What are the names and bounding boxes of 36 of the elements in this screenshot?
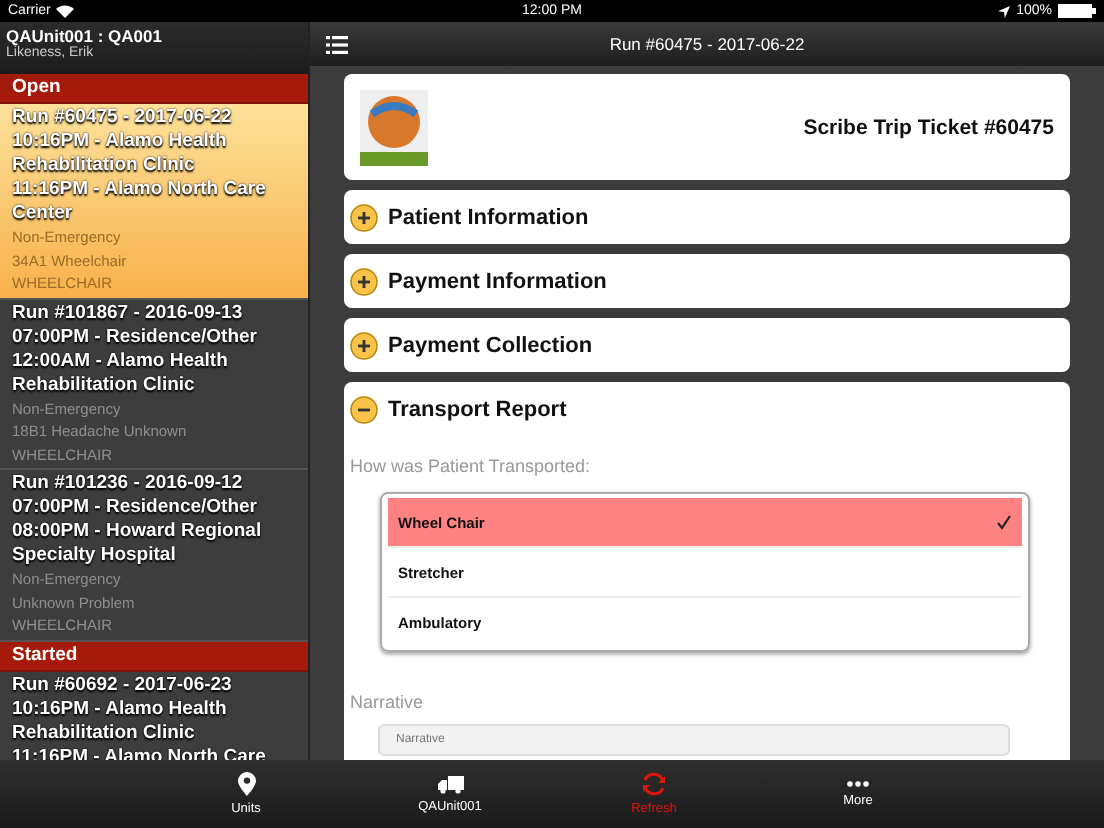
section-header[interactable]: Transport Report <box>344 382 1070 436</box>
pickup-text: 07:00PM - Residence/Other <box>12 325 259 349</box>
expand-icon <box>350 331 378 359</box>
map-pin-icon <box>237 772 255 796</box>
pickup-text: 07:00PM - Residence/Other <box>12 496 259 520</box>
refresh-icon <box>642 772 666 796</box>
run-title: Run #60692 - 2017-06-23 <box>12 673 234 697</box>
run-title: Run #101867 - 2016-09-13 <box>12 301 245 325</box>
battery-icon <box>1058 4 1096 18</box>
location-icon <box>998 5 1011 17</box>
group-header: Open <box>0 74 308 104</box>
narrative-label: Narrative <box>350 692 426 712</box>
section-header[interactable]: Payment Information <box>344 254 1070 308</box>
menu-icon[interactable] <box>326 35 348 53</box>
wifi-icon <box>56 4 75 18</box>
run-title: Run #60475 - 2017-06-22 <box>12 106 234 130</box>
question-label: How was Patient Transported: <box>350 456 593 476</box>
unit-name: QAUnit001 : QA001 <box>6 26 164 46</box>
ems-logo-icon <box>360 89 428 165</box>
section-header[interactable]: Patient Information <box>344 190 1070 244</box>
dropoff-text: 11:16PM - Alamo North Care Center <box>12 178 268 226</box>
run-title: Run #101236 - 2016-09-12 <box>12 472 245 496</box>
truck-icon <box>437 774 463 794</box>
pickup-text: 10:16PM - Alamo Health Rehabilitation Clinic <box>12 130 229 178</box>
pickup-text: 10:16PM - Alamo Health Rehabilitation Clinic <box>12 697 229 745</box>
section-header[interactable]: Payment Collection <box>344 318 1070 372</box>
group-header: Started <box>0 641 308 671</box>
nav-title: Run #60475 - 2017-06-22 <box>609 34 805 54</box>
expand-icon <box>350 267 378 295</box>
expand-icon <box>350 203 378 231</box>
checkmark-icon <box>996 514 1012 530</box>
ticket-title: Scribe Trip Ticket #60475 <box>803 115 1054 139</box>
more-icon <box>846 780 870 788</box>
dropoff-text: 12:00AM - Alamo Health Rehabilitation Clinic <box>12 349 230 397</box>
dropoff-text: 08:00PM - Howard Regional Specialty Hospital <box>12 520 264 568</box>
collapse-icon <box>350 395 378 423</box>
